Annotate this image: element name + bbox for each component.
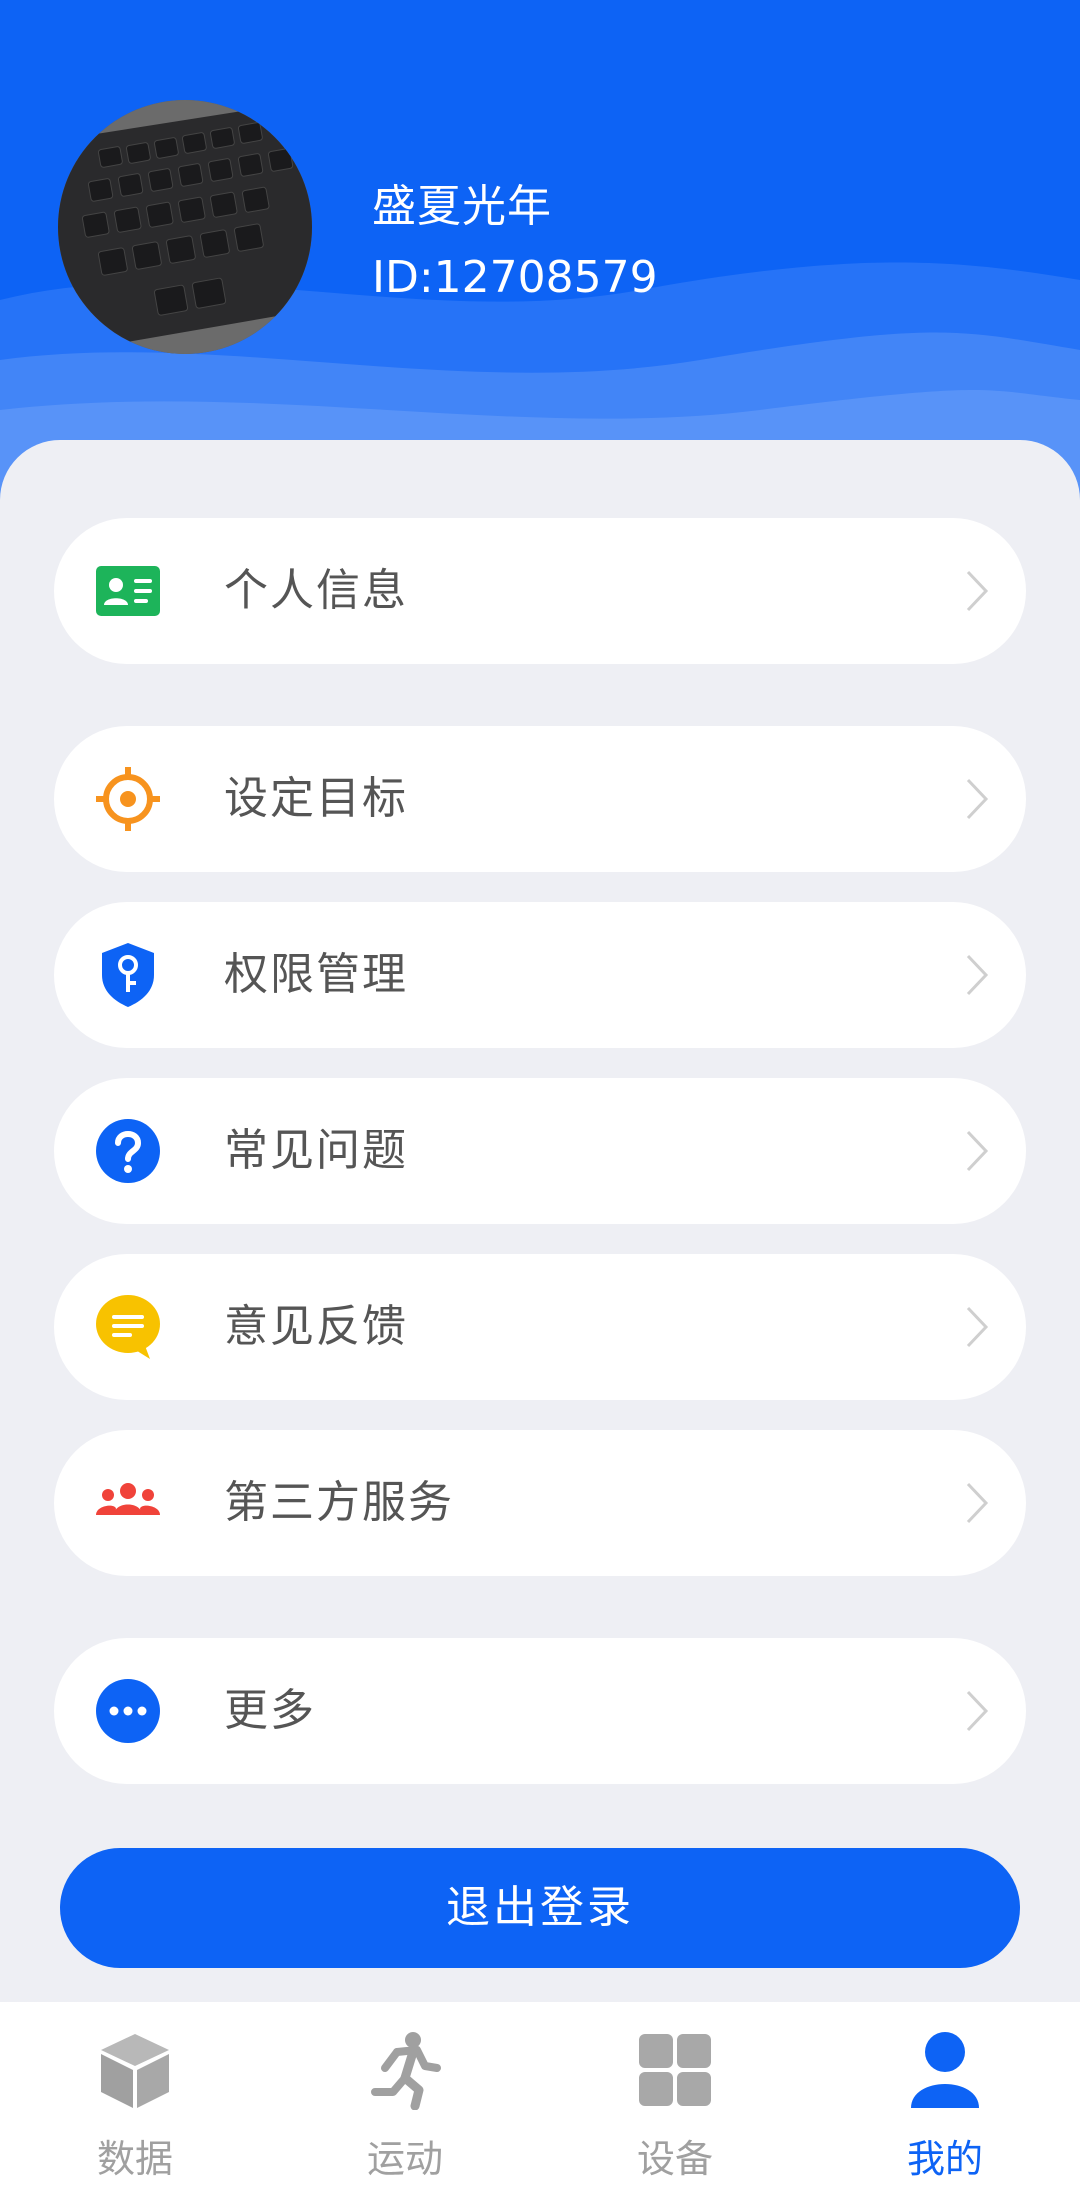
bottom-tab-bar: 数据 运动 设备 我的 — [0, 2002, 1080, 2208]
id-card-icon — [96, 566, 160, 616]
running-icon — [371, 2032, 441, 2110]
menu-panel: 个人信息 设定目标 权限管理 常见问题 意见反馈 第三方服务 更多 — [0, 440, 1080, 2002]
logout-button[interactable]: 退出登录 — [60, 1848, 1020, 1968]
menu-item-set-goal[interactable]: 设定目标 — [54, 726, 1026, 872]
more-icon — [96, 1679, 160, 1743]
tab-devices[interactable]: 设备 — [540, 2002, 810, 2208]
question-icon — [96, 1119, 160, 1183]
menu-item-more[interactable]: 更多 — [54, 1638, 1026, 1784]
chevron-right-icon — [966, 1482, 989, 1524]
tab-label: 运动 — [366, 2137, 443, 2181]
menu-item-label: 第三方服务 — [224, 1477, 454, 1528]
menu-item-faq[interactable]: 常见问题 — [54, 1078, 1026, 1224]
chevron-right-icon — [966, 954, 989, 996]
menu-item-personal-info[interactable]: 个人信息 — [54, 518, 1026, 664]
tab-mine[interactable]: 我的 — [810, 2002, 1080, 2208]
tab-sport[interactable]: 运动 — [270, 2002, 540, 2208]
person-icon — [911, 2032, 979, 2108]
menu-item-label: 常见问题 — [224, 1125, 408, 1176]
chevron-right-icon — [966, 1306, 989, 1348]
chevron-right-icon — [966, 570, 989, 612]
tab-label: 设备 — [636, 2137, 713, 2181]
chevron-right-icon — [966, 1130, 989, 1172]
user-id: ID:12708579 — [372, 252, 658, 303]
menu-item-permissions[interactable]: 权限管理 — [54, 902, 1026, 1048]
shield-key-icon — [102, 943, 154, 1007]
menu-item-third-party[interactable]: 第三方服务 — [54, 1430, 1026, 1576]
grid-icon — [639, 2034, 711, 2106]
menu-item-label: 更多 — [224, 1685, 316, 1736]
avatar[interactable] — [58, 100, 312, 354]
target-icon — [96, 767, 160, 831]
chevron-right-icon — [966, 778, 989, 820]
username: 盛夏光年 — [372, 181, 552, 232]
tab-label: 我的 — [906, 2137, 983, 2181]
chevron-right-icon — [966, 1690, 989, 1732]
feedback-icon — [96, 1295, 160, 1359]
tab-label: 数据 — [96, 2137, 173, 2181]
menu-item-label: 意见反馈 — [224, 1301, 408, 1352]
group-icon — [96, 1483, 160, 1515]
cube-icon — [101, 2034, 169, 2108]
menu-item-label: 个人信息 — [224, 565, 408, 616]
menu-item-label: 权限管理 — [224, 949, 408, 1000]
menu-item-feedback[interactable]: 意见反馈 — [54, 1254, 1026, 1400]
tab-data[interactable]: 数据 — [0, 2002, 270, 2208]
menu-item-label: 设定目标 — [224, 773, 408, 824]
